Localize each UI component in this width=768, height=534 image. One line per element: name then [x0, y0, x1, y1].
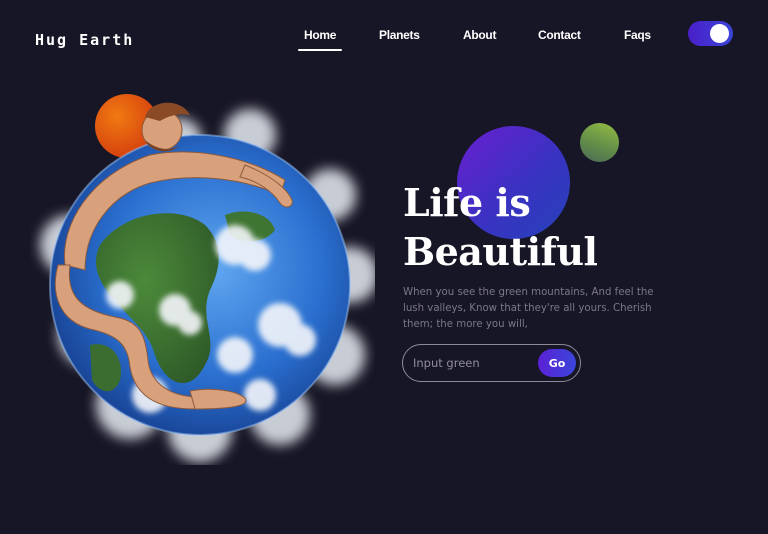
landing-page: Hug Earth Home Planets About Contact Faq… — [0, 0, 768, 534]
green-planet-circle — [580, 123, 619, 162]
nav-item-contact[interactable]: Contact — [538, 28, 581, 42]
hero-description: When you see the green mountains, And fe… — [403, 287, 654, 330]
theme-toggle[interactable] — [688, 21, 733, 46]
nav-item-home[interactable]: Home — [297, 28, 343, 51]
main-nav: Home Planets About Contact Faqs — [0, 28, 768, 54]
search-input[interactable] — [413, 353, 533, 373]
nav-item-faqs[interactable]: Faqs — [624, 28, 651, 42]
nav-item-planets[interactable]: Planets — [379, 28, 420, 42]
earth-hug-illustration — [40, 102, 375, 462]
hero-title-line-1: Life is — [403, 180, 531, 225]
go-button[interactable]: Go — [538, 349, 576, 377]
search-form: Go — [402, 344, 581, 382]
hero-title-line-2: Beautiful — [403, 229, 598, 274]
hero-title: Life is Beautiful — [403, 178, 598, 276]
nav-item-about[interactable]: About — [463, 28, 496, 42]
toggle-knob — [710, 24, 729, 43]
